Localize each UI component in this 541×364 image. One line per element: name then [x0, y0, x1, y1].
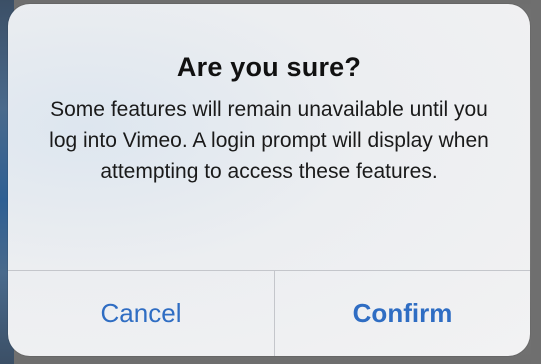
alert-message: Some features will remain unavailable un…: [49, 98, 489, 183]
alert-title: Are you sure?: [176, 52, 362, 82]
cancel-button[interactable]: Cancel: [8, 271, 274, 356]
confirm-button[interactable]: Confirm: [275, 271, 530, 356]
confirmation-alert-dialog: Are you sure? Some features will remain …: [8, 4, 530, 356]
background-app-edge: [531, 0, 541, 364]
alert-content: Are you sure? Some features will remain …: [8, 4, 530, 270]
